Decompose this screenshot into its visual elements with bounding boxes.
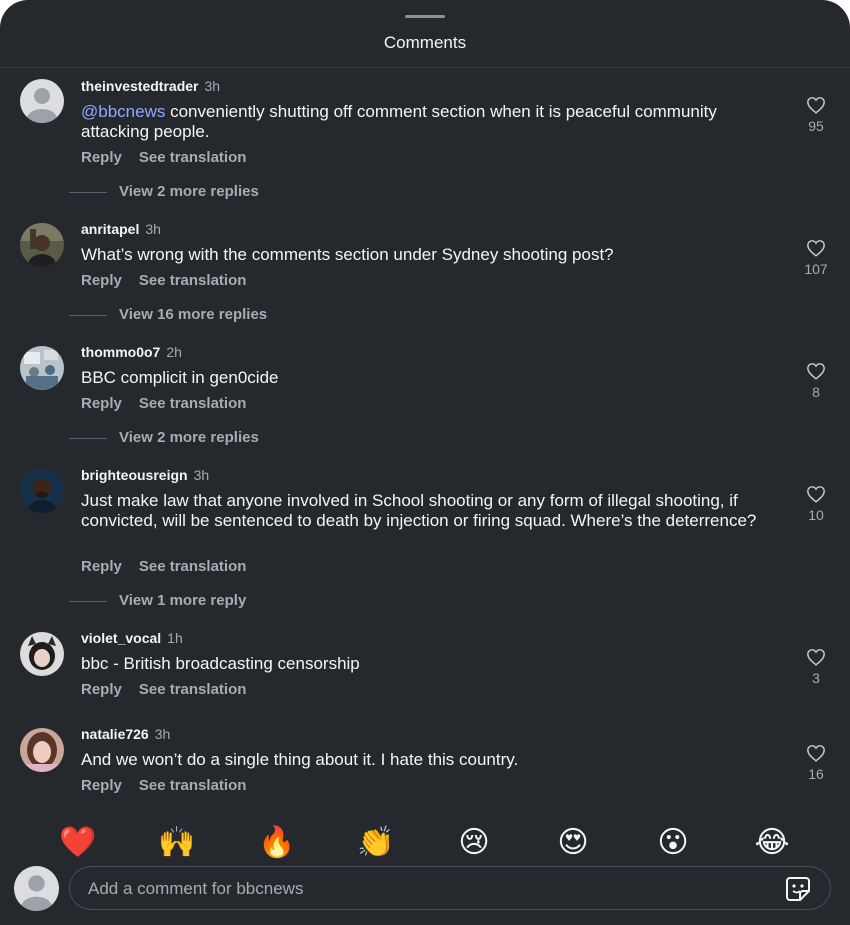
reaction-tears-of-joy[interactable]: 😂 [754, 825, 790, 861]
reaction-raising-hands[interactable]: 🙌 [158, 825, 195, 861]
replies-line [69, 191, 107, 193]
like-button[interactable]: 8 [798, 362, 834, 400]
page-title: Comments [383, 33, 467, 52]
timestamp: 3h [204, 78, 221, 94]
reply-button[interactable]: Reply [81, 558, 122, 575]
comment-actions: Reply See translation [81, 149, 263, 166]
like-button[interactable]: 16 [798, 744, 834, 782]
replies-line [69, 314, 107, 316]
view-replies-label[interactable]: View 16 more replies [119, 306, 267, 323]
view-replies-button[interactable]: View 1 more reply [69, 592, 246, 609]
timestamp: 1h [167, 630, 183, 646]
comment-actions: Reply See translation [81, 777, 263, 794]
comment-actions: Reply See translation [81, 395, 263, 412]
reply-button[interactable]: Reply [81, 149, 122, 166]
reaction-crying-face[interactable]: 😢 [456, 825, 492, 861]
heart-icon[interactable] [806, 362, 826, 380]
comments-sheet: Comments theinvestedtrader 3h @bbcnews co… [0, 0, 850, 925]
heart-icon[interactable] [806, 648, 826, 666]
like-button[interactable]: 95 [798, 96, 834, 134]
comment-actions: Reply See translation [81, 272, 263, 289]
comment-text: What’s wrong with the comments section u… [81, 245, 614, 264]
reaction-astonished-face[interactable]: 😮 [655, 825, 691, 861]
sticker-icon[interactable] [784, 875, 812, 908]
comment-text: bbc - British broadcasting censorship [81, 654, 360, 673]
comment-text: BBC complicit in gen0cide [81, 368, 279, 387]
username[interactable]: violet_vocal [81, 630, 161, 646]
comment-actions: Reply See translation [81, 681, 263, 698]
like-count: 8 [812, 384, 820, 400]
view-replies-button[interactable]: View 16 more replies [69, 306, 267, 323]
view-replies-button[interactable]: View 2 more replies [69, 183, 259, 200]
reply-button[interactable]: Reply [81, 272, 122, 289]
like-button[interactable]: 10 [798, 485, 834, 523]
replies-line [69, 437, 107, 439]
like-count: 107 [804, 261, 828, 277]
username[interactable]: theinvestedtrader [81, 78, 198, 94]
timestamp: 3h [193, 467, 210, 483]
comment-meta: theinvestedtrader 3h [81, 78, 220, 94]
see-translation-button[interactable]: See translation [139, 272, 247, 289]
like-button[interactable]: 3 [798, 648, 834, 686]
view-replies-label[interactable]: View 2 more replies [119, 429, 259, 446]
like-count: 3 [812, 670, 820, 686]
comment-input-placeholder: Add a comment for bbcnews [88, 879, 304, 898]
heart-icon[interactable] [806, 239, 826, 257]
reply-button[interactable]: Reply [81, 777, 122, 794]
heart-icon[interactable] [806, 744, 826, 762]
avatar[interactable] [20, 469, 64, 513]
avatar[interactable] [20, 79, 64, 123]
like-count: 10 [808, 507, 824, 523]
comment-body: conveniently shutting off comment sectio… [81, 102, 717, 141]
comment-meta: natalie726 3h [81, 726, 170, 742]
reply-button[interactable]: Reply [81, 681, 122, 698]
username[interactable]: brighteousreign [81, 467, 188, 483]
composer-avatar [14, 866, 59, 911]
heart-icon[interactable] [806, 96, 826, 114]
avatar[interactable] [20, 223, 64, 267]
drag-handle[interactable] [405, 15, 445, 18]
see-translation-button[interactable]: See translation [139, 681, 247, 698]
timestamp: 3h [154, 726, 171, 742]
comment-input[interactable]: Add a comment for bbcnews [69, 866, 831, 910]
username[interactable]: anritapel [81, 221, 139, 237]
view-replies-label[interactable]: View 1 more reply [119, 592, 246, 609]
replies-line [69, 600, 107, 602]
comment-meta: brighteousreign 3h [81, 467, 209, 483]
see-translation-button[interactable]: See translation [139, 149, 247, 166]
like-count: 95 [808, 118, 824, 134]
timestamp: 2h [166, 344, 182, 360]
like-count: 16 [808, 766, 824, 782]
heart-icon[interactable] [806, 485, 826, 503]
comment-meta: thommo0o7 2h [81, 344, 182, 360]
mention-link[interactable]: @bbcnews [81, 102, 165, 121]
comment-meta: violet_vocal 1h [81, 630, 183, 646]
reaction-red-heart[interactable]: ❤️ [59, 825, 96, 861]
comment-text: And we won’t do a single thing about it.… [81, 750, 519, 769]
header-divider [0, 67, 850, 68]
like-button[interactable]: 107 [798, 239, 834, 277]
timestamp: 3h [145, 221, 161, 237]
avatar[interactable] [20, 728, 64, 772]
reaction-fire[interactable]: 🔥 [258, 825, 295, 861]
see-translation-button[interactable]: See translation [139, 777, 247, 794]
avatar[interactable] [20, 346, 64, 390]
username[interactable]: thommo0o7 [81, 344, 160, 360]
reaction-bar: ❤️ 🙌 🔥 👏 😢 😍 😮 😂 [0, 812, 850, 872]
reply-button[interactable]: Reply [81, 395, 122, 412]
comment-text: @bbcnews conveniently shutting off comme… [81, 102, 781, 142]
see-translation-button[interactable]: See translation [139, 395, 247, 412]
view-replies-label[interactable]: View 2 more replies [119, 183, 259, 200]
view-replies-button[interactable]: View 2 more replies [69, 429, 259, 446]
username[interactable]: natalie726 [81, 726, 149, 742]
reaction-heart-eyes[interactable]: 😍 [555, 825, 591, 861]
avatar[interactable] [20, 632, 64, 676]
reaction-clapping-hands[interactable]: 👏 [357, 825, 394, 861]
comment-actions: Reply See translation [81, 558, 263, 575]
comment-meta: anritapel 3h [81, 221, 161, 237]
comment-text: Just make law that anyone involved in Sc… [81, 491, 757, 530]
see-translation-button[interactable]: See translation [139, 558, 247, 575]
